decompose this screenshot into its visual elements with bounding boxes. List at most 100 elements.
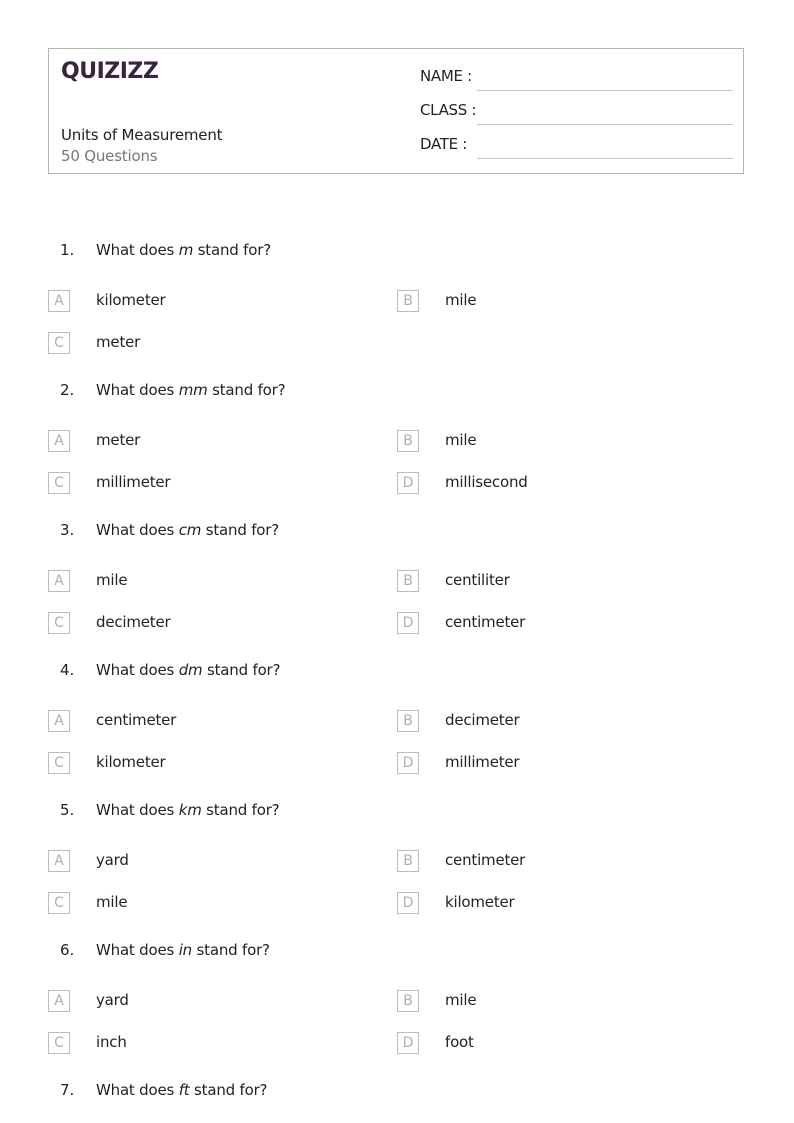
answer-option-a[interactable]: Ayard	[48, 850, 348, 874]
option-text: millimeter	[445, 753, 520, 771]
question-text: What does km stand for?	[96, 801, 280, 819]
question-prefix: What does	[96, 941, 179, 959]
worksheet-title: Units of Measurement	[61, 126, 223, 144]
option-letter-box[interactable]: C	[48, 612, 70, 634]
option-text: kilometer	[445, 893, 515, 911]
question-prefix: What does	[96, 661, 179, 679]
question-text: What does ft stand for?	[96, 1081, 268, 1099]
option-letter-box[interactable]: A	[48, 430, 70, 452]
answer-option-a[interactable]: Akilometer	[48, 290, 348, 314]
answer-option-c[interactable]: Ckilometer	[48, 752, 348, 776]
answer-option-d[interactable]: Dcentimeter	[397, 612, 697, 636]
option-text: centimeter	[445, 613, 526, 631]
answer-option-c[interactable]: Cmillimeter	[48, 472, 348, 496]
option-text: kilometer	[96, 753, 166, 771]
class-field[interactable]: CLASS :	[420, 101, 733, 125]
question-suffix: stand for?	[191, 941, 270, 959]
answer-option-a[interactable]: Ayard	[48, 990, 348, 1014]
option-letter-box[interactable]: A	[48, 990, 70, 1012]
answer-option-b[interactable]: Bmile	[397, 990, 697, 1014]
option-text: foot	[445, 1033, 474, 1051]
answer-option-a[interactable]: Ameter	[48, 430, 348, 454]
question-term: m	[178, 241, 194, 259]
option-letter-box[interactable]: B	[397, 850, 419, 872]
option-letter-box[interactable]: A	[48, 570, 70, 592]
question-number: 5.	[60, 801, 75, 819]
answer-option-a[interactable]: Acentimeter	[48, 710, 348, 734]
question-suffix: stand for?	[189, 1081, 268, 1099]
option-text: mile	[445, 291, 477, 309]
question-term: ft	[178, 1081, 190, 1099]
date-line[interactable]	[477, 158, 733, 159]
question-prefix: What does	[96, 1081, 179, 1099]
option-text: mile	[445, 991, 477, 1009]
option-text: centimeter	[96, 711, 177, 729]
class-label: CLASS :	[420, 101, 477, 119]
question-term: in	[178, 941, 192, 959]
answer-option-b[interactable]: Bcentimeter	[397, 850, 697, 874]
date-label: DATE :	[420, 135, 468, 153]
name-line[interactable]	[477, 90, 733, 91]
answer-option-d[interactable]: Dfoot	[397, 1032, 697, 1056]
option-letter-box[interactable]: A	[48, 290, 70, 312]
option-letter-box[interactable]: B	[397, 570, 419, 592]
option-text: decimeter	[96, 613, 171, 631]
answer-option-b[interactable]: Bdecimeter	[397, 710, 697, 734]
option-letter-box[interactable]: B	[397, 990, 419, 1012]
option-letter-box[interactable]: C	[48, 1032, 70, 1054]
option-letter-box[interactable]: A	[48, 710, 70, 732]
option-letter-box[interactable]: B	[397, 710, 419, 732]
option-text: mile	[445, 431, 477, 449]
option-letter-box[interactable]: B	[397, 290, 419, 312]
option-text: centiliter	[445, 571, 510, 589]
option-letter-box[interactable]: B	[397, 430, 419, 452]
question-suffix: stand for?	[202, 661, 281, 679]
answer-option-c[interactable]: Cmile	[48, 892, 348, 916]
question-suffix: stand for?	[207, 381, 286, 399]
option-text: mile	[96, 893, 128, 911]
answer-option-c[interactable]: Cmeter	[48, 332, 348, 356]
option-text: inch	[96, 1033, 127, 1051]
answer-option-b[interactable]: Bcentiliter	[397, 570, 697, 594]
question-suffix: stand for?	[193, 241, 271, 259]
question-number: 7.	[60, 1081, 75, 1099]
question-term: cm	[178, 521, 202, 539]
option-letter-box[interactable]: D	[397, 1032, 419, 1054]
option-text: millisecond	[445, 473, 528, 491]
option-text: kilometer	[96, 291, 166, 309]
option-letter-box[interactable]: D	[397, 612, 419, 634]
answer-option-c[interactable]: Cdecimeter	[48, 612, 348, 636]
option-letter-box[interactable]: C	[48, 332, 70, 354]
option-letter-box[interactable]: C	[48, 752, 70, 774]
option-text: mile	[96, 571, 128, 589]
question-number: 1.	[60, 241, 75, 259]
answer-option-a[interactable]: Amile	[48, 570, 348, 594]
option-text: meter	[96, 333, 141, 351]
answer-option-d[interactable]: Dmillimeter	[397, 752, 697, 776]
answer-option-c[interactable]: Cinch	[48, 1032, 348, 1056]
option-letter-box[interactable]: D	[397, 752, 419, 774]
option-letter-box[interactable]: D	[397, 472, 419, 494]
option-letter-box[interactable]: C	[48, 892, 70, 914]
option-letter-box[interactable]: C	[48, 472, 70, 494]
answer-option-b[interactable]: Bmile	[397, 430, 697, 454]
option-letter-box[interactable]: A	[48, 850, 70, 872]
answer-option-b[interactable]: Bmile	[397, 290, 697, 314]
question-number: 2.	[60, 381, 75, 399]
answer-option-d[interactable]: Dmillisecond	[397, 472, 697, 496]
option-letter-box[interactable]: D	[397, 892, 419, 914]
class-line[interactable]	[477, 124, 733, 125]
question-text: What does mm stand for?	[96, 381, 286, 399]
date-field[interactable]: DATE :	[420, 135, 733, 159]
question-text: What does cm stand for?	[96, 521, 279, 539]
name-field[interactable]: NAME :	[420, 67, 733, 91]
option-text: millimeter	[96, 473, 171, 491]
quizizz-logo: QUIZIZZ	[61, 59, 159, 84]
question-suffix: stand for?	[201, 801, 280, 819]
question-term: dm	[178, 661, 203, 679]
option-text: yard	[96, 851, 129, 869]
question-number: 4.	[60, 661, 75, 679]
answer-option-d[interactable]: Dkilometer	[397, 892, 697, 916]
question-term: km	[178, 801, 202, 819]
question-count: 50 Questions	[61, 147, 158, 165]
